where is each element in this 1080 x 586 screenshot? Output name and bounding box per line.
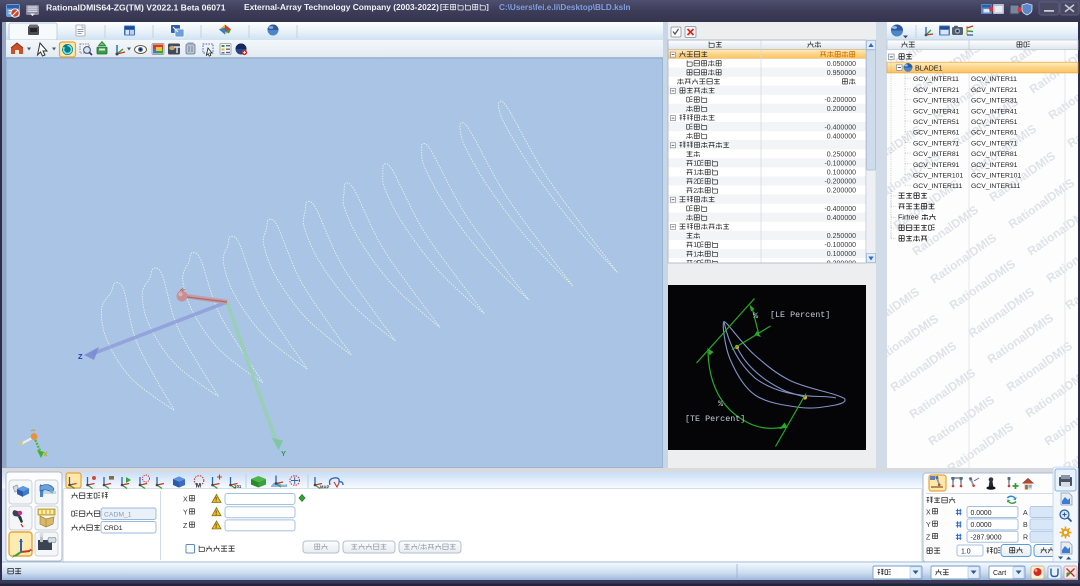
svg-text:GCV_INTER21: GCV_INTER21 bbox=[913, 87, 960, 94]
svg-text:1: 1 bbox=[693, 170, 697, 177]
svg-text:GCV_INTER41: GCV_INTER41 bbox=[913, 108, 960, 115]
svg-text:0.0000: 0.0000 bbox=[971, 510, 992, 517]
svg-text:%: % bbox=[718, 399, 724, 409]
svg-text:!: ! bbox=[215, 498, 217, 504]
svg-text:CADM_1: CADM_1 bbox=[104, 512, 132, 519]
svg-text:1: 1 bbox=[693, 251, 697, 258]
svg-text:GCV_INTER31: GCV_INTER31 bbox=[913, 98, 960, 105]
svg-text:GCV_INTER11: GCV_INTER11 bbox=[971, 76, 1017, 83]
svg-text:-0.100000: -0.100000 bbox=[824, 161, 856, 168]
svg-text:-0.400000: -0.400000 bbox=[824, 206, 856, 213]
svg-text:-0.100000: -0.100000 bbox=[824, 242, 856, 249]
svg-text:Cart: Cart bbox=[993, 570, 1006, 577]
svg-text:MAP: MAP bbox=[320, 485, 330, 490]
svg-text:2: 2 bbox=[693, 188, 697, 195]
svg-text:0.200000: 0.200000 bbox=[827, 106, 856, 113]
svg-text:External-Array Technology Comp: External-Array Technology Company (2003-… bbox=[244, 2, 439, 12]
svg-text:/: / bbox=[418, 544, 420, 551]
svg-text:GCV_INTER111: GCV_INTER111 bbox=[971, 183, 1020, 190]
svg-text:GCV_INTER61: GCV_INTER61 bbox=[971, 130, 1018, 137]
svg-text:Z: Z bbox=[183, 523, 188, 530]
svg-text:CRD1: CRD1 bbox=[104, 525, 123, 532]
svg-text:1: 1 bbox=[693, 242, 697, 249]
svg-text:0.400000: 0.400000 bbox=[827, 215, 856, 222]
svg-text:Z: Z bbox=[926, 534, 931, 541]
svg-text:0.0000: 0.0000 bbox=[971, 522, 992, 529]
svg-text:GCV_INTER31: GCV_INTER31 bbox=[971, 98, 1018, 105]
svg-text:2: 2 bbox=[693, 179, 697, 186]
svg-text:0.200000: 0.200000 bbox=[827, 188, 856, 195]
svg-text:!: ! bbox=[215, 511, 217, 517]
svg-text:GCV_INTER71: GCV_INTER71 bbox=[913, 140, 960, 147]
svg-text:1.0: 1.0 bbox=[961, 548, 971, 555]
svg-text:GCV_INTER81: GCV_INTER81 bbox=[971, 151, 1018, 158]
svg-text:-0.400000: -0.400000 bbox=[824, 124, 856, 131]
svg-text:GCV_INTER111: GCV_INTER111 bbox=[913, 183, 962, 190]
svg-text:GCV_INTER21: GCV_INTER21 bbox=[971, 87, 1018, 94]
svg-text:BLADE1: BLADE1 bbox=[915, 64, 943, 73]
svg-text:Firtree: Firtree bbox=[898, 213, 919, 222]
svg-text:1: 1 bbox=[693, 161, 697, 168]
svg-text:[TE Percent]: [TE Percent] bbox=[685, 414, 745, 424]
svg-text:-0.200000: -0.200000 bbox=[824, 97, 856, 104]
svg-text:%: % bbox=[753, 311, 759, 321]
svg-text:101: 101 bbox=[234, 484, 242, 489]
svg-text:GCV_INTER91: GCV_INTER91 bbox=[971, 162, 1018, 169]
svg-text:X: X bbox=[926, 510, 931, 517]
svg-text:Y: Y bbox=[926, 522, 931, 529]
svg-text:!: ! bbox=[215, 524, 217, 530]
svg-text:0.100000: 0.100000 bbox=[827, 251, 856, 258]
svg-text:C:\Users\fei.e.li\Desktop\BLD.: C:\Users\fei.e.li\Desktop\BLD.ksln bbox=[499, 3, 631, 12]
svg-text:GCV_INTER91: GCV_INTER91 bbox=[913, 162, 960, 169]
svg-text:-0.200000: -0.200000 bbox=[824, 179, 856, 186]
svg-text:-287.9000: -287.9000 bbox=[971, 535, 1002, 542]
svg-text:M: M bbox=[196, 483, 201, 490]
svg-text:A: A bbox=[1023, 510, 1028, 517]
svg-text:GCV_INTER51: GCV_INTER51 bbox=[913, 119, 960, 126]
svg-text:GCV_INTER61: GCV_INTER61 bbox=[913, 130, 960, 137]
svg-text:GCV_INTER51: GCV_INTER51 bbox=[971, 119, 1018, 126]
svg-text:GCV_INTER101: GCV_INTER101 bbox=[971, 173, 1021, 180]
svg-text:Z: Z bbox=[78, 352, 83, 361]
svg-text:0.250000: 0.250000 bbox=[827, 233, 856, 240]
svg-text:B: B bbox=[1023, 522, 1028, 529]
svg-text:0.950000: 0.950000 bbox=[827, 70, 856, 77]
svg-text:0.400000: 0.400000 bbox=[827, 133, 856, 140]
svg-text:GCV_INTER81: GCV_INTER81 bbox=[913, 151, 960, 158]
svg-text:GCV_INTER71: GCV_INTER71 bbox=[971, 140, 1018, 147]
svg-text:Y: Y bbox=[183, 510, 188, 517]
svg-text:0.100000: 0.100000 bbox=[827, 170, 856, 177]
svg-text:0.050000: 0.050000 bbox=[827, 61, 856, 68]
svg-text:]: ] bbox=[486, 4, 488, 12]
svg-text:Y: Y bbox=[281, 449, 286, 458]
svg-text:GCV_INTER41: GCV_INTER41 bbox=[971, 108, 1018, 115]
svg-text:R: R bbox=[1023, 535, 1028, 542]
svg-text:GCV_INTER11: GCV_INTER11 bbox=[913, 76, 959, 83]
svg-text:0.250000: 0.250000 bbox=[827, 152, 856, 159]
svg-text:GCV_INTER101: GCV_INTER101 bbox=[913, 173, 963, 180]
svg-text:[LE Percent]: [LE Percent] bbox=[770, 310, 830, 320]
svg-text:RationalDMIS64-ZG(TM) V2022.1: RationalDMIS64-ZG(TM) V2022.1 Beta 06071 bbox=[46, 2, 226, 12]
svg-text:X: X bbox=[183, 497, 188, 504]
